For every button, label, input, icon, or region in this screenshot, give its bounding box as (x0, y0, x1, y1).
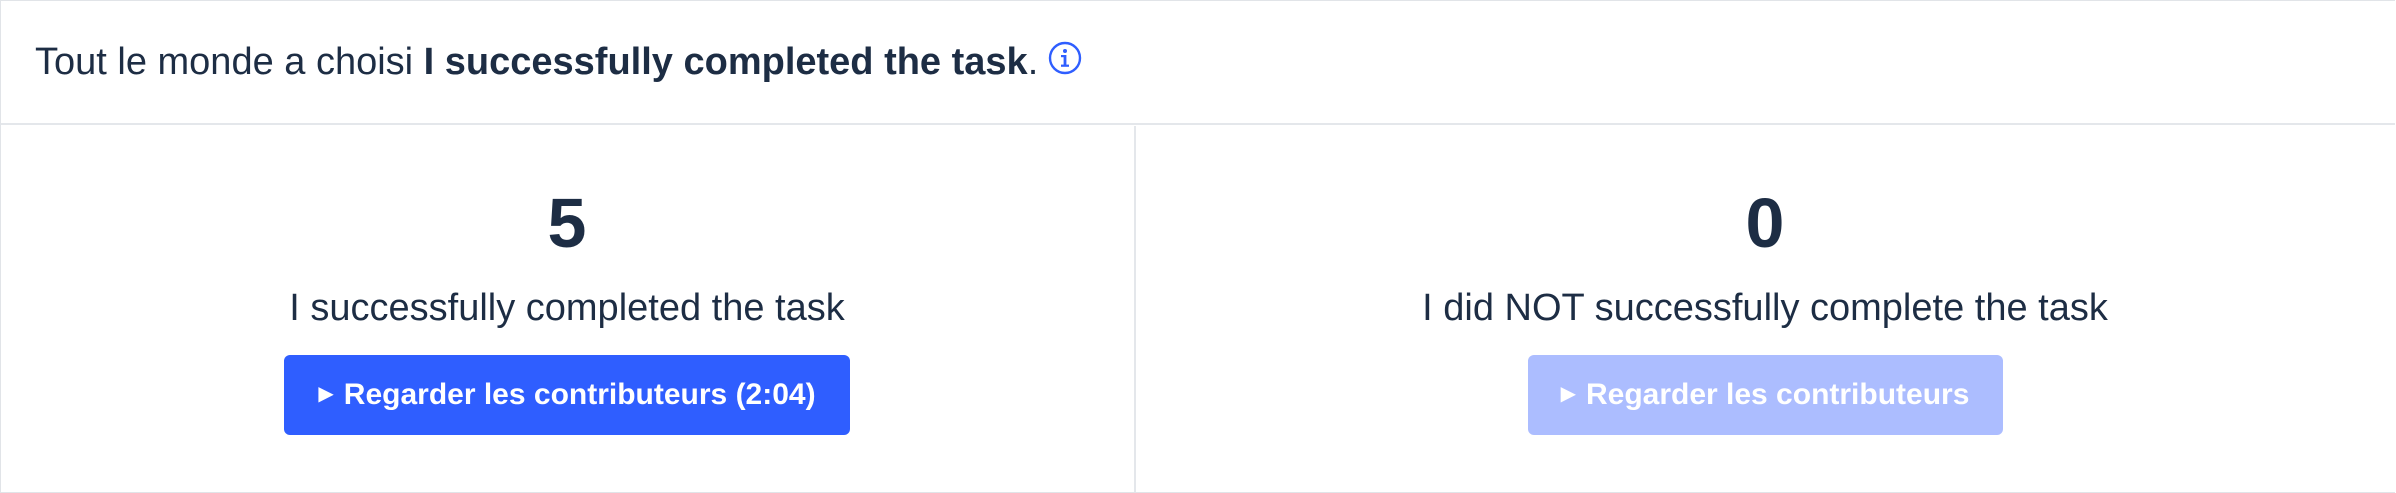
watch-contributors-button[interactable]: ▶ Regarder les contributeurs (2:04) (284, 354, 850, 435)
option-label: I did NOT successfully complete the task (1422, 287, 2108, 329)
play-icon: ▶ (318, 383, 334, 406)
watch-contributors-button-disabled: ▶ Regarder les contributeurs (1527, 354, 2003, 435)
option-failure: 0 I did NOT successfully complete the ta… (1134, 126, 2394, 492)
watch-contributors-label: Regarder les contributeurs (1585, 377, 1970, 411)
results-header: Tout le monde a choisi I successfully co… (1, 1, 2395, 125)
option-label: I successfully completed the task (289, 287, 845, 329)
option-success: 5 I successfully completed the task ▶ Re… (0, 126, 1134, 492)
header-suffix: . (1027, 40, 1039, 83)
watch-contributors-label: Regarder les contributeurs (2:04) (343, 377, 816, 411)
options-row: 5 I successfully completed the task ▶ Re… (0, 126, 2394, 492)
header-choice: I successfully completed the task (423, 40, 1028, 83)
header-prefix: Tout le monde a choisi (35, 40, 424, 83)
option-count: 0 (1745, 184, 1785, 262)
info-circle-icon[interactable] (1048, 41, 1082, 75)
play-icon: ▶ (1560, 383, 1576, 406)
option-count: 5 (547, 184, 587, 262)
